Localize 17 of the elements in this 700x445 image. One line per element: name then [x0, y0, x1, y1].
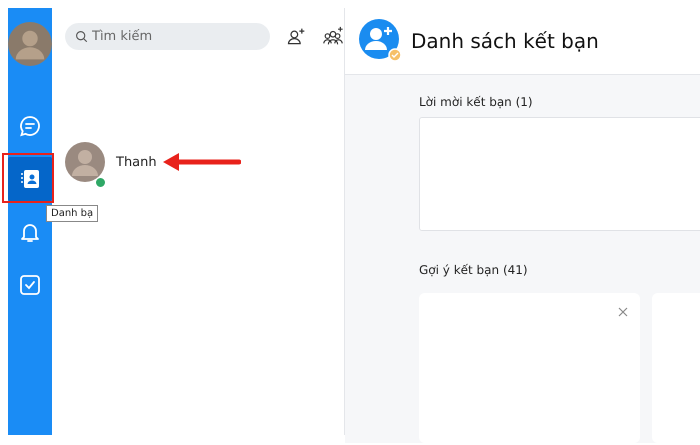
- checkbox-icon: [18, 273, 42, 297]
- avatar-icon: [65, 142, 105, 182]
- search-field[interactable]: Tìm kiếm: [65, 23, 270, 50]
- highlight-box: [2, 153, 54, 203]
- contacts-tab[interactable]: [8, 157, 52, 201]
- add-group-icon[interactable]: [322, 26, 344, 48]
- contacts-icon: [18, 167, 42, 191]
- contact-name[interactable]: Thanh: [116, 154, 157, 170]
- chat-icon: [18, 114, 42, 138]
- section-title: Gợi ý kết bạn (41): [419, 263, 529, 277]
- section-title: Lời mời kết bạn (1): [419, 95, 534, 109]
- page-title: Danh sách kết bạn: [411, 29, 599, 53]
- close-icon[interactable]: [618, 307, 628, 317]
- tooltip: Danh bạ: [46, 205, 98, 222]
- add-friend-icon[interactable]: [286, 26, 306, 46]
- add-friend-icon: [359, 19, 403, 63]
- search-icon: [75, 30, 88, 43]
